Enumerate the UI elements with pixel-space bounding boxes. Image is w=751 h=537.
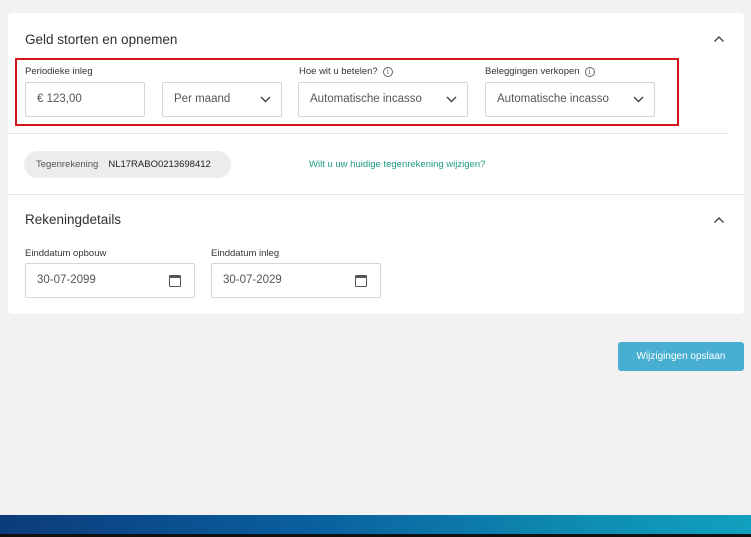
counter-account-badge: Tegenrekening NL17RABO0213698412 [24,151,231,178]
counter-account-label: Tegenrekening [36,159,99,170]
end-date-build-value: 30-07-2099 [37,274,96,286]
end-date-build-input[interactable]: 30-07-2099 [25,263,195,298]
section-title-deposit: Geld storten en opnemen [25,32,178,47]
section-divider [8,194,744,195]
calendar-icon[interactable] [169,275,181,287]
collapse-details-chevron-up-icon[interactable] [713,216,725,224]
collapse-deposit-chevron-up-icon[interactable] [713,35,725,43]
end-date-deposit-value: 30-07-2029 [223,274,282,286]
change-counter-account-link[interactable]: Wilt u uw huidige tegenrekening wijzigen… [309,159,485,170]
save-changes-button[interactable]: Wijzigingen opslaan [618,342,744,371]
end-date-build-label: Einddatum opbouw [25,248,107,259]
section-title-details: Rekeningdetails [25,212,122,227]
end-date-deposit-label: Einddatum inleg [211,248,280,259]
end-date-deposit-input[interactable]: 30-07-2029 [211,263,381,298]
footer-bar [0,515,751,537]
highlight-box [15,58,679,126]
divider [8,133,728,134]
counter-account-value: NL17RABO0213698412 [108,159,211,170]
calendar-icon[interactable] [355,275,367,287]
